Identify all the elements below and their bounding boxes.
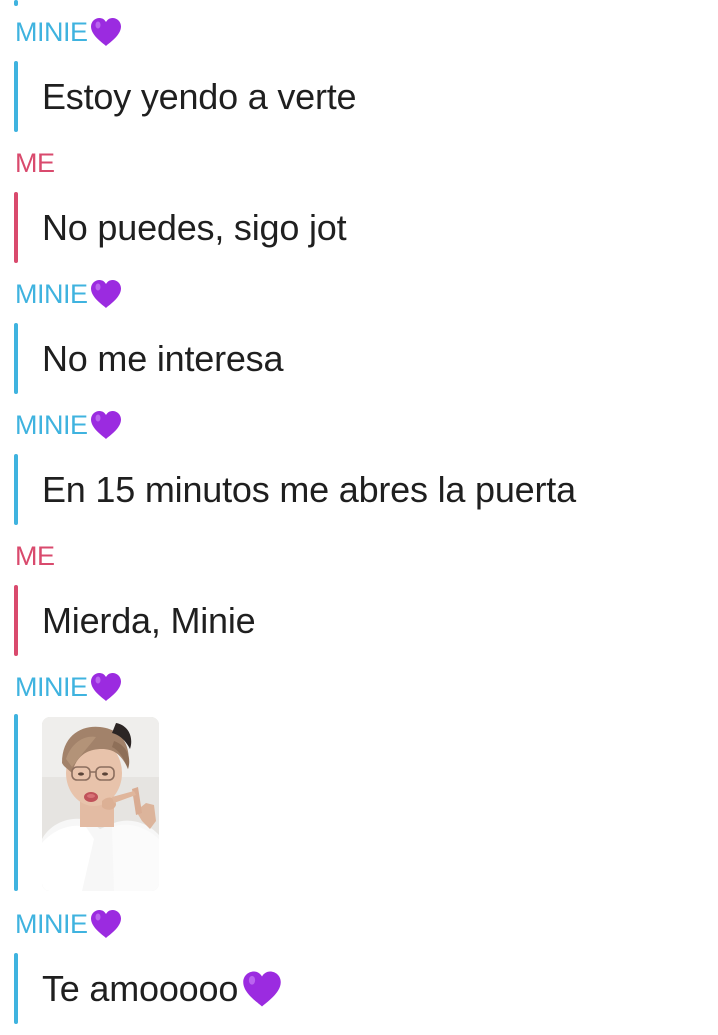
me-accent-bar — [14, 192, 18, 263]
sender-label: MINIE — [15, 407, 123, 443]
chat-log: MINIE Estoy yendo a verte ME No puedes, … — [0, 0, 718, 1035]
purple-heart-icon — [90, 411, 121, 439]
previous-message-bar — [14, 0, 18, 6]
sender-name: MINIE — [15, 279, 88, 309]
purple-heart-icon — [90, 280, 121, 308]
minie-accent-bar — [14, 953, 18, 1024]
sender-label: MINIE — [15, 14, 123, 50]
minie-accent-bar — [14, 454, 18, 525]
message-text: No me interesa — [42, 337, 284, 379]
sender-label: MINIE — [15, 276, 123, 312]
purple-heart-icon — [90, 18, 121, 46]
sender-name: MINIE — [15, 410, 88, 440]
purple-heart-icon — [90, 673, 121, 701]
sender-label: ME — [15, 145, 55, 181]
minie-accent-bar — [14, 61, 18, 132]
sender-name: MINIE — [15, 672, 88, 702]
sender-name: MINIE — [15, 909, 88, 939]
message-text: Estoy yendo a verte — [42, 75, 357, 117]
sender-name: MINIE — [15, 17, 88, 47]
message-text: No puedes, sigo jot — [42, 206, 347, 248]
message-text-container: Te amooooo — [42, 953, 284, 1024]
message-text: En 15 minutos me abres la puerta — [42, 468, 576, 510]
purple-heart-icon — [90, 910, 121, 938]
sender-name: ME — [15, 541, 55, 571]
sender-name: ME — [15, 148, 55, 178]
sender-label: MINIE — [15, 669, 123, 705]
photo-of-person-with-glasses — [42, 717, 159, 891]
message-text: Mierda, Minie — [42, 599, 256, 641]
minie-accent-bar — [14, 323, 18, 394]
message-text: Te amooooo — [42, 967, 239, 1009]
me-accent-bar — [14, 585, 18, 656]
photo-attachment[interactable] — [42, 717, 159, 891]
sender-label: MINIE — [15, 906, 123, 942]
sender-label: ME — [15, 538, 55, 574]
minie-accent-bar — [14, 714, 18, 891]
purple-heart-icon — [243, 971, 281, 1006]
